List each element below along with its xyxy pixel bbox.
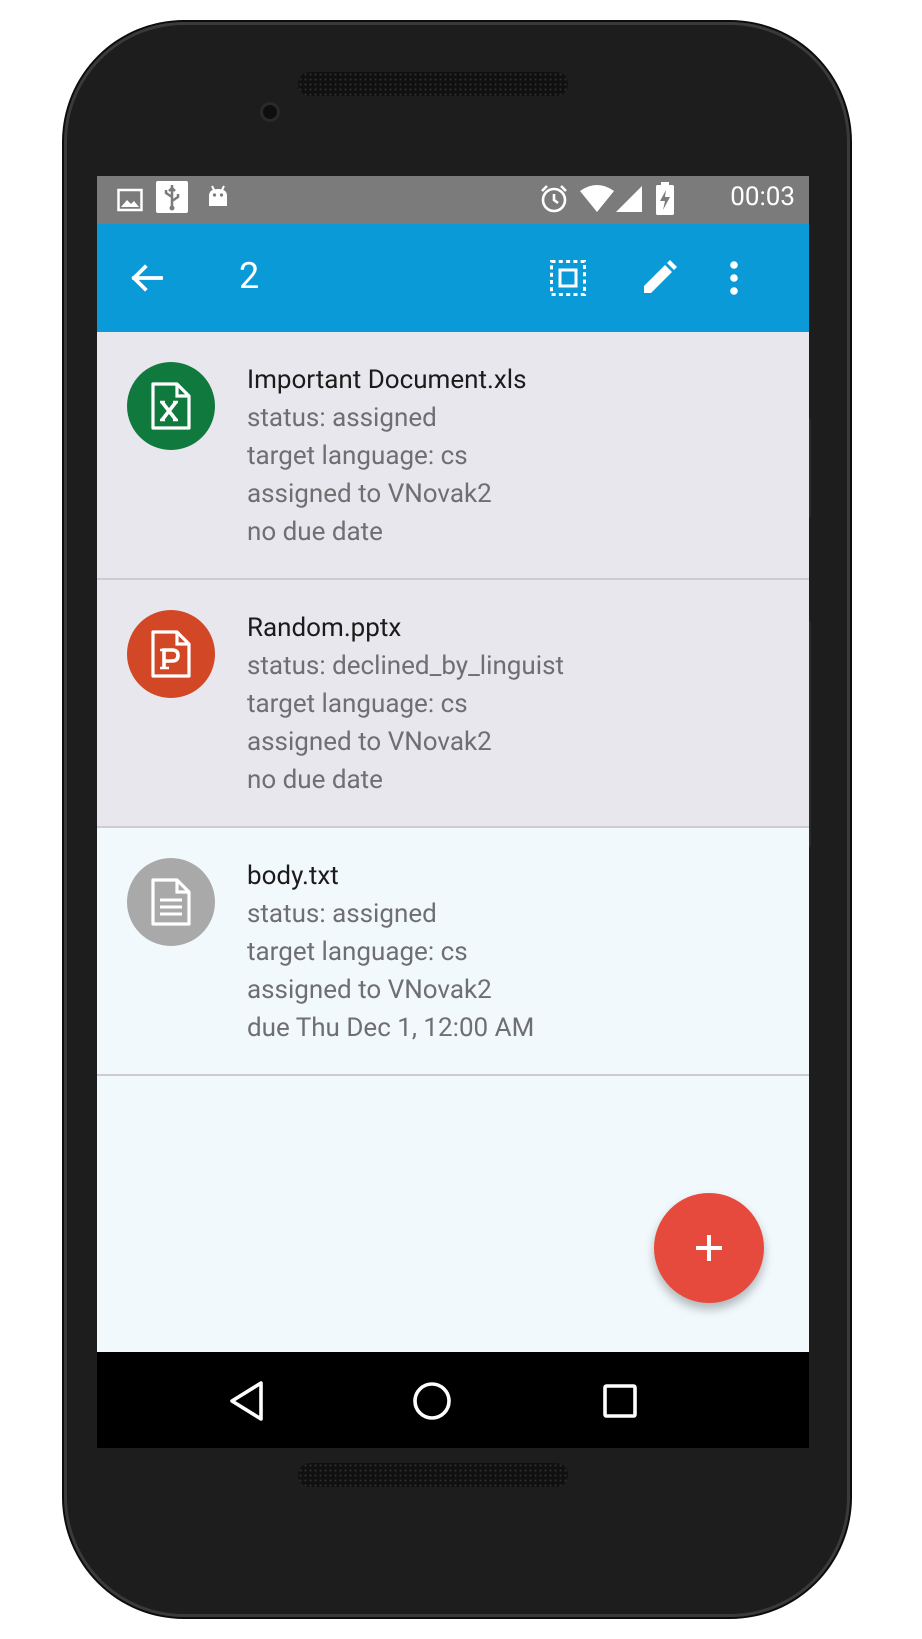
plus-icon [696,1235,722,1261]
target-language: target language: cs [247,689,468,719]
selection-count: 2 [239,255,260,297]
assignee: assigned to VNovak2 [247,479,492,509]
battery-charging-icon [655,182,675,220]
screen: 00:03 2 Important Document.xls status: a… [97,176,809,1448]
android-icon [205,184,231,214]
text-file-icon [127,858,215,946]
clock: 00:03 [730,182,795,212]
bottom-speaker [298,1463,568,1487]
usb-icon [156,181,188,217]
signal-icon [615,185,643,217]
task-status: status: assigned [247,899,437,929]
excel-file-icon [127,362,215,450]
due-date: no due date [247,765,383,795]
task-list: Important Document.xls status: assigned … [97,332,809,1076]
task-status: status: assigned [247,403,437,433]
status-bar: 00:03 [97,176,809,224]
file-name: Random.pptx [247,613,402,643]
select-all-icon[interactable] [544,254,592,302]
file-name: body.txt [247,861,339,891]
image-icon [117,188,143,216]
top-speaker [298,72,568,96]
file-name: Important Document.xls [247,365,527,395]
add-button[interactable] [654,1193,764,1303]
more-vert-icon[interactable] [710,254,758,302]
alarm-icon [539,184,569,218]
due-date: no due date [247,517,383,547]
home-circle-icon[interactable] [407,1376,457,1426]
target-language: target language: cs [247,937,468,967]
navigation-bar [97,1352,809,1448]
back-arrow-icon[interactable] [123,254,171,302]
recents-square-icon[interactable] [595,1376,645,1426]
wifi-icon [579,185,615,217]
list-item[interactable]: Random.pptx status: declined_by_linguist… [97,580,809,828]
list-item[interactable]: Important Document.xls status: assigned … [97,332,809,580]
edit-icon[interactable] [635,254,683,302]
due-date: due Thu Dec 1, 12:00 AM [247,1013,535,1043]
app-bar: 2 [97,224,809,332]
back-triangle-icon[interactable] [222,1376,272,1426]
list-item[interactable]: body.txt status: assigned target languag… [97,828,809,1076]
target-language: target language: cs [247,441,468,471]
front-camera [260,102,280,122]
task-status: status: declined_by_linguist [247,651,564,681]
assignee: assigned to VNovak2 [247,727,492,757]
powerpoint-file-icon [127,610,215,698]
assignee: assigned to VNovak2 [247,975,492,1005]
